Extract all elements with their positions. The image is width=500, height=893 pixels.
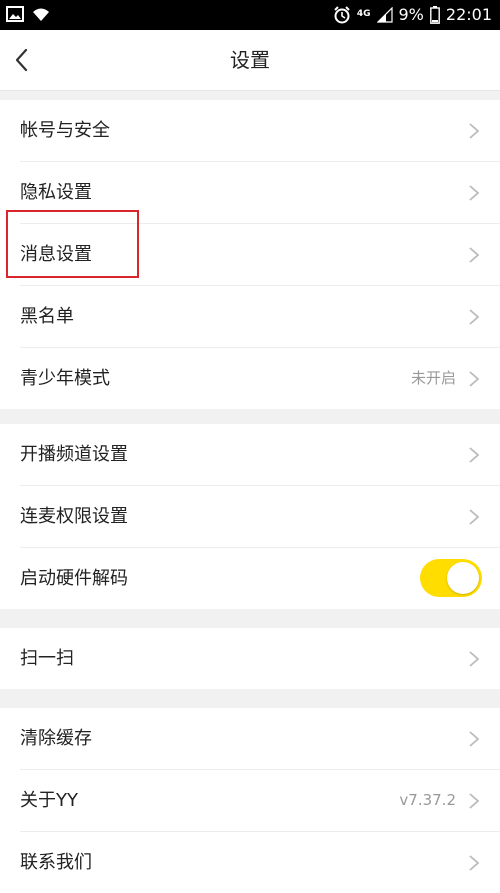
settings-group-scan: 扫一扫 bbox=[0, 628, 500, 689]
back-button[interactable] bbox=[8, 44, 40, 76]
settings-item-blacklist[interactable]: 黑名单 bbox=[20, 286, 500, 348]
status-right: 4G 9% 22:01 bbox=[333, 5, 492, 24]
settings-item-privacy[interactable]: 隐私设置 bbox=[20, 162, 500, 224]
settings-item-youth-mode[interactable]: 青少年模式 未开启 bbox=[20, 348, 500, 409]
chevron-right-icon bbox=[469, 731, 480, 747]
settings-item-message[interactable]: 消息设置 bbox=[20, 224, 500, 286]
page-title: 设置 bbox=[230, 48, 270, 72]
chevron-right-icon bbox=[469, 309, 480, 325]
app-version: v7.37.2 bbox=[399, 791, 456, 809]
settings-item-label: 连麦权限设置 bbox=[20, 506, 128, 527]
chevron-left-icon bbox=[15, 48, 28, 72]
settings-group-live: 开播频道设置 连麦权限设置 启动硬件解码 bbox=[0, 424, 500, 609]
hardware-decode-toggle[interactable] bbox=[420, 559, 482, 597]
chevron-right-icon bbox=[469, 651, 480, 667]
settings-item-label: 消息设置 bbox=[20, 244, 92, 265]
settings-item-label: 清除缓存 bbox=[20, 728, 92, 749]
settings-item-hardware-decode: 启动硬件解码 bbox=[20, 548, 500, 609]
chevron-right-icon bbox=[469, 247, 480, 263]
settings-group-misc: 清除缓存 关于YY v7.37.2 联系我们 bbox=[0, 708, 500, 893]
settings-item-label: 开播频道设置 bbox=[20, 444, 128, 465]
battery-icon bbox=[429, 5, 440, 24]
settings-item-contact[interactable]: 联系我们 bbox=[20, 832, 500, 893]
battery-percent: 9% bbox=[398, 5, 424, 24]
wifi-icon bbox=[33, 8, 49, 21]
chevron-right-icon bbox=[469, 855, 480, 871]
settings-item-channel[interactable]: 开播频道设置 bbox=[20, 424, 500, 486]
settings-item-label: 启动硬件解码 bbox=[20, 568, 128, 589]
chevron-right-icon bbox=[469, 123, 480, 139]
image-icon bbox=[6, 6, 24, 22]
youth-mode-status: 未开启 bbox=[410, 369, 456, 387]
settings-item-label: 扫一扫 bbox=[20, 648, 74, 669]
signal-icon bbox=[376, 6, 393, 23]
toggle-knob bbox=[447, 562, 479, 594]
chevron-right-icon bbox=[469, 793, 480, 809]
chevron-right-icon bbox=[469, 185, 480, 201]
settings-item-mic-permission[interactable]: 连麦权限设置 bbox=[20, 486, 500, 548]
status-time: 22:01 bbox=[445, 5, 492, 24]
settings-item-label: 联系我们 bbox=[20, 852, 92, 873]
network-type: 4G bbox=[356, 9, 371, 19]
status-bar: 4G 9% 22:01 bbox=[0, 0, 500, 30]
chevron-right-icon bbox=[469, 509, 480, 525]
settings-item-label: 黑名单 bbox=[20, 306, 74, 327]
settings-item-clear-cache[interactable]: 清除缓存 bbox=[20, 708, 500, 770]
alarm-icon bbox=[334, 5, 350, 23]
settings-item-label: 帐号与安全 bbox=[20, 120, 110, 141]
settings-item-account-security[interactable]: 帐号与安全 bbox=[20, 100, 500, 162]
chevron-right-icon bbox=[469, 371, 480, 387]
settings-item-label: 青少年模式 bbox=[20, 368, 110, 389]
settings-item-label: 隐私设置 bbox=[20, 182, 92, 203]
chevron-right-icon bbox=[469, 447, 480, 463]
header-bar: 设置 bbox=[0, 30, 500, 91]
settings-group-account: 帐号与安全 隐私设置 消息设置 黑名单 青少年模式 未开启 bbox=[0, 100, 500, 409]
settings-item-about[interactable]: 关于YY v7.37.2 bbox=[20, 770, 500, 832]
settings-item-scan[interactable]: 扫一扫 bbox=[20, 628, 500, 689]
status-left bbox=[6, 6, 50, 22]
settings-item-label: 关于YY bbox=[20, 790, 78, 811]
